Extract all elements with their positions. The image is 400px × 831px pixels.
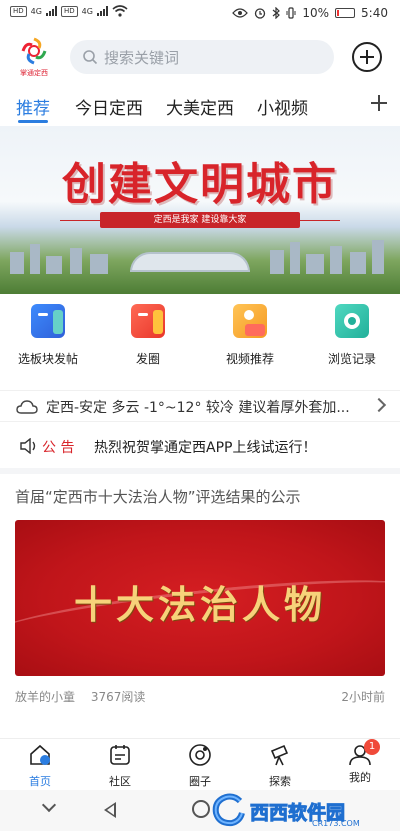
circle-icon	[189, 744, 211, 766]
community-icon	[110, 745, 130, 765]
hide-nav-icon[interactable]	[41, 797, 57, 813]
article-author[interactable]: 放羊的小童	[15, 690, 75, 704]
article-time: 2小时前	[341, 690, 385, 704]
quick-post-board[interactable]: 选板块发帖	[3, 304, 93, 367]
bottom-nav: 首页 社区 圈子 探索 1 我的	[0, 738, 400, 788]
status-right: 10% 5:40	[232, 6, 388, 20]
nav-circle-label: 圈子	[189, 775, 211, 788]
watermark-sub: CR173.COM	[312, 819, 360, 828]
nav-explore[interactable]: 探索	[240, 743, 320, 789]
notice-text[interactable]: 热烈祝贺掌通定西APP上线试运行！	[94, 437, 316, 457]
add-button[interactable]	[352, 42, 382, 72]
nav-home-label: 首页	[29, 775, 51, 788]
quick-post-board-label: 选板块发帖	[17, 352, 78, 366]
post-board-icon	[31, 304, 65, 338]
profile-icon-wrap: 1	[348, 739, 380, 767]
watermark: 西西软件园 CR173.COM	[210, 792, 386, 828]
explore-icon	[270, 744, 289, 766]
nav-community[interactable]: 社区	[80, 743, 160, 789]
watermark-logo-icon	[212, 793, 245, 827]
battery-percent: 10%	[302, 6, 330, 20]
quick-moments[interactable]: 发圈	[103, 304, 193, 367]
banner-title: 创建文明城市	[62, 159, 338, 210]
wifi-icon	[112, 5, 128, 17]
weather-text: 定西-安定 多云 -1°~12° 较冷 建议着厚外套加...	[46, 400, 350, 416]
logo-icon	[21, 37, 47, 65]
logo-text: 掌通定西	[20, 69, 48, 77]
network-type-2: 4G	[81, 6, 93, 16]
article-meta: 放羊的小童 3767阅读 2小时前	[15, 688, 385, 705]
bluetooth-icon	[272, 7, 281, 19]
nav-explore-label: 探索	[269, 775, 291, 788]
network-type-1: 4G	[30, 6, 42, 16]
tab-today-dingxi[interactable]: 今日定西	[75, 94, 143, 119]
article-image[interactable]: 十大法治人物	[15, 520, 385, 676]
quick-video-recommend[interactable]: 视频推荐	[205, 304, 295, 367]
alarm-icon	[255, 8, 266, 19]
quick-history-label: 浏览记录	[327, 352, 376, 366]
banner[interactable]: 创建文明城市 定西是我家 建设靠大家	[0, 126, 400, 294]
search-placeholder: 搜索关键词	[104, 48, 180, 67]
history-icon	[335, 304, 369, 338]
notice-bar[interactable]: 公 告 热烈祝贺掌通定西APP上线试运行！	[0, 430, 400, 464]
article-image-text: 十大法治人物	[73, 582, 326, 627]
back-icon[interactable]	[104, 802, 116, 818]
tab-short-video[interactable]: 小视频	[257, 94, 308, 119]
quick-video-recommend-label: 视频推荐	[225, 352, 274, 366]
nav-home[interactable]: 首页	[0, 743, 80, 789]
cloudy-icon	[16, 400, 38, 414]
article-title[interactable]: 首届“定西市十大法治人物”评选结果的公示	[15, 486, 385, 507]
tab-active-indicator	[18, 120, 48, 123]
search-bar[interactable]: 搜索关键词	[70, 40, 334, 74]
add-channel-icon[interactable]	[368, 92, 390, 114]
system-nav-bar: 西西软件园 CR173.COM	[0, 790, 400, 831]
stadium-building	[130, 252, 250, 272]
speaker-icon	[20, 438, 36, 454]
search-icon	[83, 50, 98, 65]
notice-tag: 公 告	[42, 440, 75, 456]
quick-history[interactable]: 浏览记录	[307, 304, 397, 367]
vibrate-icon	[286, 7, 296, 19]
quick-actions: 选板块发帖 发圈 视频推荐 浏览记录	[0, 304, 400, 374]
weather-bar[interactable]: 定西-安定 多云 -1°~12° 较冷 建议着厚外套加...	[0, 390, 400, 422]
channel-tabs: 推荐 今日定西 大美定西 小视频	[0, 88, 400, 124]
eye-icon	[232, 8, 249, 18]
chevron-right-icon	[371, 397, 387, 413]
app-logo[interactable]: 掌通定西	[14, 36, 54, 80]
nav-profile[interactable]: 1 我的	[320, 739, 400, 785]
clock: 5:40	[361, 6, 388, 20]
moments-icon	[131, 304, 165, 338]
article-reads: 3767阅读	[90, 690, 146, 704]
nav-community-label: 社区	[109, 775, 131, 788]
status-left: HD 4G HD 4G	[10, 5, 128, 17]
video-recommend-icon	[233, 304, 267, 338]
notification-badge: 1	[364, 739, 380, 755]
section-divider	[0, 468, 400, 474]
tab-beautiful-dingxi[interactable]: 大美定西	[166, 94, 234, 119]
signal-icon-2	[96, 6, 108, 16]
nav-circle[interactable]: 圈子	[160, 743, 240, 789]
quick-moments-label: 发圈	[135, 352, 160, 366]
banner-subtitle: 定西是我家 建设靠大家	[100, 212, 300, 228]
nav-profile-label: 我的	[349, 771, 371, 784]
tab-recommend[interactable]: 推荐	[16, 94, 50, 119]
hd-badge-1: HD	[10, 5, 27, 17]
hd-badge-2: HD	[60, 5, 78, 17]
home-icon	[30, 744, 50, 765]
battery-icon	[335, 8, 356, 18]
top-bar: 掌通定西 搜索关键词	[0, 34, 400, 82]
status-bar: HD 4G HD 4G 10% 5:40	[0, 0, 400, 30]
signal-icon	[45, 6, 57, 16]
home-button-icon[interactable]	[192, 800, 210, 818]
